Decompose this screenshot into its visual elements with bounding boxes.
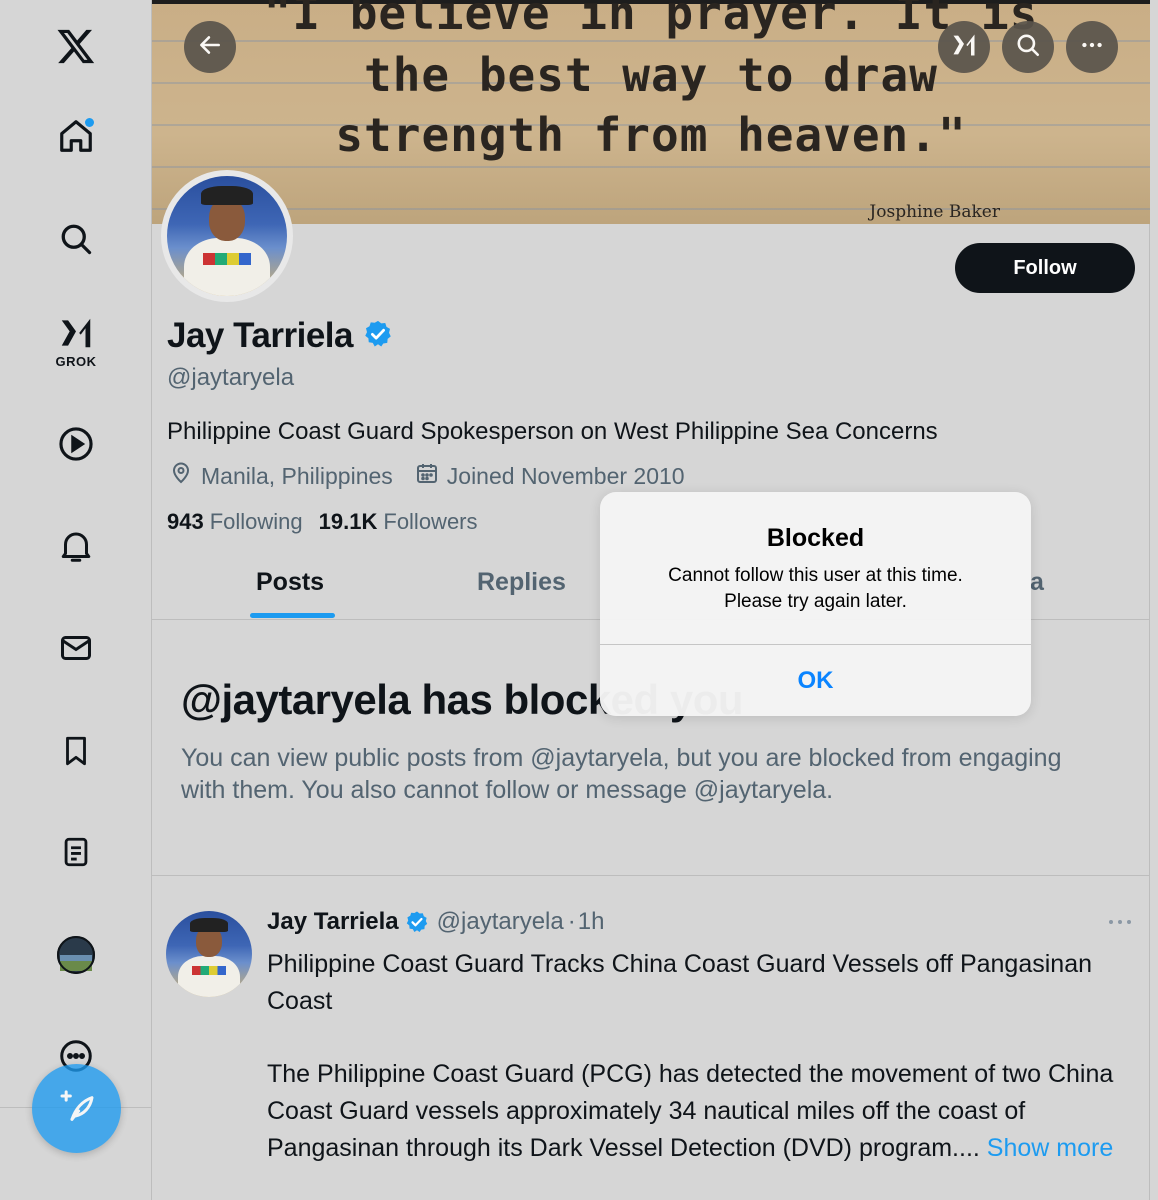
nav-grok[interactable]: GROK: [46, 312, 106, 372]
user-avatar-icon: [56, 935, 96, 975]
banner-quote-line: "I believe in prayer. It is: [263, 0, 1039, 40]
feather-plus-icon: [57, 1086, 97, 1131]
compose-post-button[interactable]: [32, 1064, 121, 1153]
tab-media[interactable]: a: [1030, 568, 1044, 597]
tweet-headline: Philippine Coast Guard Tracks China Coas…: [267, 950, 1092, 1015]
profile-avatar[interactable]: [161, 170, 293, 302]
profile-location: Manila, Philippines: [169, 461, 393, 491]
play-icon: [57, 425, 95, 463]
verified-badge-icon: [405, 910, 429, 934]
tweet-text: Philippine Coast Guard Tracks China Coas…: [267, 946, 1127, 1167]
show-more-link[interactable]: Show more: [987, 1134, 1113, 1162]
nav-lists[interactable]: [46, 822, 106, 882]
mail-icon: [57, 630, 95, 666]
profile-display-name: Jay Tarriela: [167, 316, 354, 355]
nav-profile[interactable]: [46, 925, 106, 985]
alert-ok-button[interactable]: OK: [600, 645, 1031, 716]
tab-posts[interactable]: Posts: [256, 568, 324, 597]
profile-bio: Philippine Coast Guard Spokesperson on W…: [167, 418, 938, 445]
x-logo-icon[interactable]: [46, 16, 106, 76]
verified-badge-icon[interactable]: [363, 319, 393, 354]
back-button[interactable]: [184, 21, 236, 73]
follow-button[interactable]: Follow: [955, 243, 1135, 293]
bell-icon: [58, 527, 94, 565]
grok-label: GROK: [55, 354, 97, 369]
tweet-time[interactable]: 1h: [578, 908, 605, 936]
nav-video[interactable]: [46, 414, 106, 474]
profile-search-button[interactable]: [1002, 21, 1054, 73]
tweet[interactable]: Jay Tarriela @jaytaryela · 1h Philippine…: [152, 876, 1150, 1200]
location-pin-icon: [169, 461, 201, 491]
nav-bookmarks[interactable]: [46, 721, 106, 781]
grok-button[interactable]: [938, 21, 990, 73]
avatar-photo: [166, 911, 252, 997]
nav-notifications[interactable]: [46, 516, 106, 576]
tweet-author-name[interactable]: Jay Tarriela: [267, 908, 399, 936]
arrow-left-icon: [197, 32, 223, 63]
grok-icon: [57, 314, 95, 352]
followers-label: Followers: [383, 509, 478, 534]
profile-joined: Joined November 2010: [415, 461, 685, 491]
tweet-separator: ·: [567, 908, 576, 935]
profile-more-button[interactable]: [1066, 21, 1118, 73]
nav-messages[interactable]: [46, 618, 106, 678]
profile-meta: Manila, Philippines Joined November 2010: [169, 461, 707, 491]
search-icon: [1015, 32, 1041, 63]
banner-quote-line: strength from heaven.": [335, 108, 967, 162]
alert-message: Cannot follow this user at this time. Pl…: [600, 563, 1031, 615]
banner-quote-line: the best way to draw: [364, 48, 938, 102]
bookmark-icon: [59, 732, 93, 770]
calendar-icon: [415, 461, 447, 491]
tweet-more-button[interactable]: [1108, 914, 1132, 932]
blocked-description: You can view public posts from @jaytarye…: [181, 744, 1062, 804]
active-tab-indicator: [250, 613, 335, 618]
avatar-photo: [167, 176, 287, 296]
banner-quote-author: Josphine Baker: [869, 202, 1000, 222]
tweet-header: Jay Tarriela @jaytaryela · 1h: [267, 908, 604, 936]
joined-text: Joined November 2010: [446, 462, 685, 489]
alert-title: Blocked: [766, 524, 865, 552]
following-label: Following: [209, 509, 303, 534]
grok-icon: [950, 31, 978, 64]
nav-explore[interactable]: [46, 209, 106, 269]
location-text: Manila, Philippines: [201, 462, 393, 489]
ellipsis-icon: [1079, 32, 1105, 63]
profile-banner[interactable]: "I believe in prayer. It is the best way…: [152, 0, 1150, 224]
profile-counts: 943 Following 19.1K Followers: [167, 509, 494, 535]
tweet-author-handle[interactable]: @jaytaryela: [437, 908, 564, 936]
followers-count: 19.1K: [318, 509, 378, 534]
tab-replies[interactable]: Replies: [477, 568, 566, 597]
tweet-paragraph: The Philippine Coast Guard (PCG) has det…: [267, 1056, 1127, 1167]
notification-dot: [85, 118, 94, 127]
tweet-avatar[interactable]: [166, 911, 252, 997]
following-link[interactable]: 943 Following: [167, 509, 303, 535]
blocked-alert-dialog: Blocked Cannot follow this user at this …: [600, 492, 1031, 716]
search-icon: [58, 221, 94, 257]
profile-name-row: Jay Tarriela: [167, 316, 393, 356]
alert-message-line: Cannot follow this user at this time.: [668, 565, 963, 586]
nav-home[interactable]: [46, 106, 106, 166]
list-icon: [59, 833, 93, 871]
following-count: 943: [167, 509, 204, 534]
profile-handle: @jaytaryela: [167, 364, 295, 391]
alert-message-line: Please try again later.: [724, 591, 907, 612]
sidebar: GROK: [0, 0, 152, 1200]
followers-link[interactable]: 19.1K Followers: [319, 509, 478, 535]
